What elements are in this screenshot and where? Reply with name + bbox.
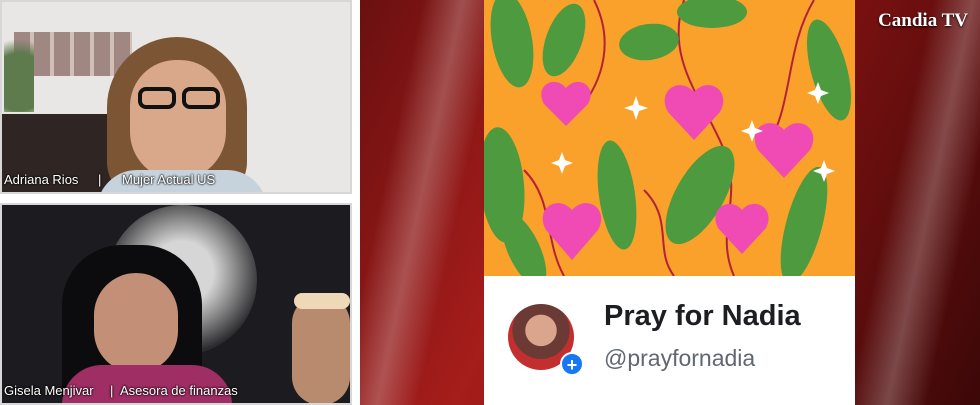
caption-separator: | — [98, 172, 102, 187]
participant-name: Gisela Menjivar — [4, 383, 94, 398]
page-handle: @prayfornadia — [604, 345, 756, 371]
participant-name: Adriana Rios — [4, 172, 79, 187]
participant-org: Asesora de finanzas — [120, 383, 238, 398]
caption-separator: | — [110, 383, 114, 398]
video-tile-gisela[interactable]: Gisela Menjivar | Asesora de finanzas — [0, 203, 352, 405]
participant-face — [94, 273, 178, 373]
participant-org: Mujer Actual US — [122, 172, 216, 187]
participant-face — [130, 60, 226, 180]
background-stripe — [846, 0, 980, 405]
video-tile-adriana[interactable]: Adriana Rios | Mujer Actual US — [0, 0, 352, 194]
page-name: Pray for Nadia — [604, 300, 801, 332]
headband — [294, 293, 350, 309]
second-person — [292, 295, 350, 403]
background-stripe — [360, 0, 504, 405]
add-icon[interactable]: + — [560, 352, 584, 376]
glasses — [138, 87, 228, 113]
shared-screen[interactable]: + Pray for Nadia @prayfornadia Candia TV — [360, 0, 980, 405]
channel-brand-logo: Candia TV — [878, 10, 968, 31]
profile-card[interactable]: + Pray for Nadia @prayfornadia — [484, 0, 855, 405]
plant-decoration — [4, 12, 34, 112]
cover-banner — [484, 0, 855, 276]
banner-pattern — [484, 0, 851, 276]
